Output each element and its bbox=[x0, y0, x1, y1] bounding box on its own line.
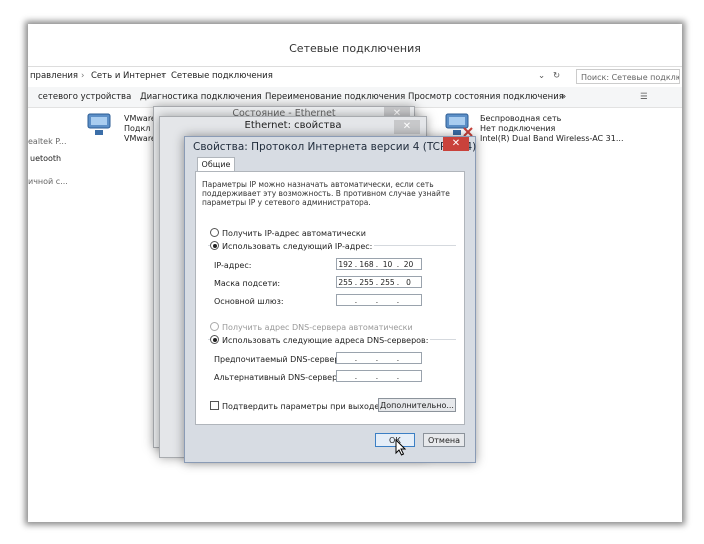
description-line: Параметры IP можно назначать автоматичес… bbox=[202, 180, 434, 189]
general-tab-panel: Параметры IP можно назначать автоматичес… bbox=[195, 171, 465, 425]
address-bar[interactable]: правления › Сеть и Интернет › Сетевые по… bbox=[28, 66, 682, 88]
main-window-title: Сетевые подключения bbox=[289, 42, 421, 55]
dns-manual-option[interactable]: Использовать следующие адреса DNS-сервер… bbox=[210, 335, 431, 345]
mask-octet: 255 bbox=[359, 278, 374, 287]
dns-auto-option[interactable]: Получить адрес DNS-сервера автоматически bbox=[210, 322, 413, 332]
gateway-label: Основной шлюз: bbox=[214, 297, 284, 306]
toolbar-diagnose[interactable]: Диагностика подключения bbox=[140, 92, 262, 102]
subnet-mask-field[interactable]: 255. 255. 255. 0 bbox=[336, 276, 422, 288]
mask-octet: 255 bbox=[338, 278, 353, 287]
main-titlebar: Сетевые подключения bbox=[28, 24, 682, 64]
breadcrumb-control-panel[interactable]: правления bbox=[30, 71, 78, 81]
breadcrumb-network[interactable]: Сеть и Интернет bbox=[91, 71, 166, 81]
confirm-settings-label: Подтвердить параметры при выходе bbox=[222, 402, 380, 411]
ip-auto-label: Получить IP-адрес автоматически bbox=[222, 229, 366, 238]
description-line: поддерживает эту возможность. В противно… bbox=[202, 189, 450, 198]
ip-octet: 10 bbox=[382, 260, 393, 269]
ipv4-properties-dialog: Свойства: Протокол Интернета версии 4 (T… bbox=[184, 136, 476, 463]
view-options-icon[interactable]: ☰ bbox=[640, 92, 648, 102]
dialog-title: Свойства: Протокол Интернета версии 4 (T… bbox=[193, 141, 477, 153]
search-input[interactable]: Поиск: Сетевые подключения bbox=[576, 69, 680, 84]
connection-status: Подкл bbox=[124, 124, 151, 133]
alternate-dns-label: Альтернативный DNS-сервер: bbox=[214, 373, 340, 382]
preferred-dns-field[interactable]: ... bbox=[336, 352, 422, 364]
connection-name: Беспроводная сеть bbox=[480, 114, 562, 123]
ip-octet: 168 bbox=[359, 260, 374, 269]
close-icon[interactable]: ✕ bbox=[394, 120, 420, 134]
preferred-dns-label: Предпочитаемый DNS-сервер: bbox=[214, 355, 343, 364]
alternate-dns-field[interactable]: ... bbox=[336, 370, 422, 382]
dns-manual-label: Использовать следующие адреса DNS-сервер… bbox=[222, 336, 429, 345]
cancel-button[interactable]: Отмена bbox=[423, 433, 465, 447]
radio-selected-icon[interactable] bbox=[210, 335, 219, 344]
chevron-down-icon[interactable]: ⌄ bbox=[538, 71, 545, 81]
subnet-mask-label: Маска подсети: bbox=[214, 279, 281, 288]
dns-auto-label: Получить адрес DNS-сервера автоматически bbox=[222, 323, 413, 332]
ip-manual-option[interactable]: Использовать следующий IP-адрес: bbox=[210, 241, 375, 251]
refresh-icon[interactable]: ↻ bbox=[553, 71, 560, 81]
description-text: Параметры IP можно назначать автоматичес… bbox=[202, 180, 450, 207]
connection-device: Intel(R) Dual Band Wireless-AC 31... bbox=[480, 134, 624, 143]
connection-status: Нет подключения bbox=[480, 124, 556, 133]
connection-device: VMware bbox=[124, 134, 156, 143]
mouse-cursor-icon bbox=[395, 439, 407, 456]
ip-address-label: IP-адрес: bbox=[214, 261, 252, 270]
connection-name: VMware bbox=[124, 114, 156, 123]
ip-octet: 20 bbox=[403, 260, 414, 269]
mask-octet: 0 bbox=[406, 278, 411, 287]
ip-auto-option[interactable]: Получить IP-адрес автоматически bbox=[210, 228, 366, 238]
radio-icon[interactable] bbox=[210, 322, 219, 331]
ip-address-field[interactable]: 192. 168. 10. 20 bbox=[336, 258, 422, 270]
breadcrumb-connections[interactable]: Сетевые подключения bbox=[171, 71, 273, 81]
confirm-settings-checkbox[interactable]: Подтвердить параметры при выходе bbox=[210, 401, 379, 411]
command-toolbar: сетевого устройства Диагностика подключе… bbox=[28, 87, 682, 108]
close-icon[interactable]: ✕ bbox=[443, 137, 469, 151]
network-adapter-icon bbox=[87, 113, 111, 135]
advanced-button[interactable]: Дополнительно... bbox=[378, 398, 456, 412]
list-item-bluetooth[interactable]: uetooth bbox=[30, 154, 61, 163]
ip-manual-label: Использовать следующий IP-адрес: bbox=[222, 242, 373, 251]
toolbar-rename[interactable]: Переименование подключения bbox=[265, 92, 405, 102]
breadcrumb-separator-icon: › bbox=[161, 71, 165, 81]
description-line: параметры IP у сетевого администратора. bbox=[202, 198, 371, 207]
breadcrumb-separator-icon: › bbox=[81, 71, 85, 81]
list-item-local[interactable]: ичной с... bbox=[28, 177, 68, 186]
wireless-adapter-icon bbox=[445, 113, 473, 137]
radio-selected-icon[interactable] bbox=[210, 241, 219, 250]
toolbar-disable-device[interactable]: сетевого устройства bbox=[38, 92, 131, 102]
radio-icon[interactable] bbox=[210, 228, 219, 237]
list-item-realtek[interactable]: ealtek P... bbox=[28, 137, 67, 146]
toolbar-more[interactable]: » bbox=[561, 92, 566, 102]
ethernet-properties-title: Ethernet: свойства bbox=[244, 120, 342, 131]
toolbar-view-status[interactable]: Просмотр состояния подключения bbox=[408, 92, 564, 102]
gateway-field[interactable]: ... bbox=[336, 294, 422, 306]
mask-octet: 255 bbox=[380, 278, 395, 287]
ip-octet: 192 bbox=[338, 260, 353, 269]
checkbox-icon[interactable] bbox=[210, 401, 219, 410]
screenshot-frame: Сетевые подключения правления › Сеть и И… bbox=[28, 24, 682, 522]
